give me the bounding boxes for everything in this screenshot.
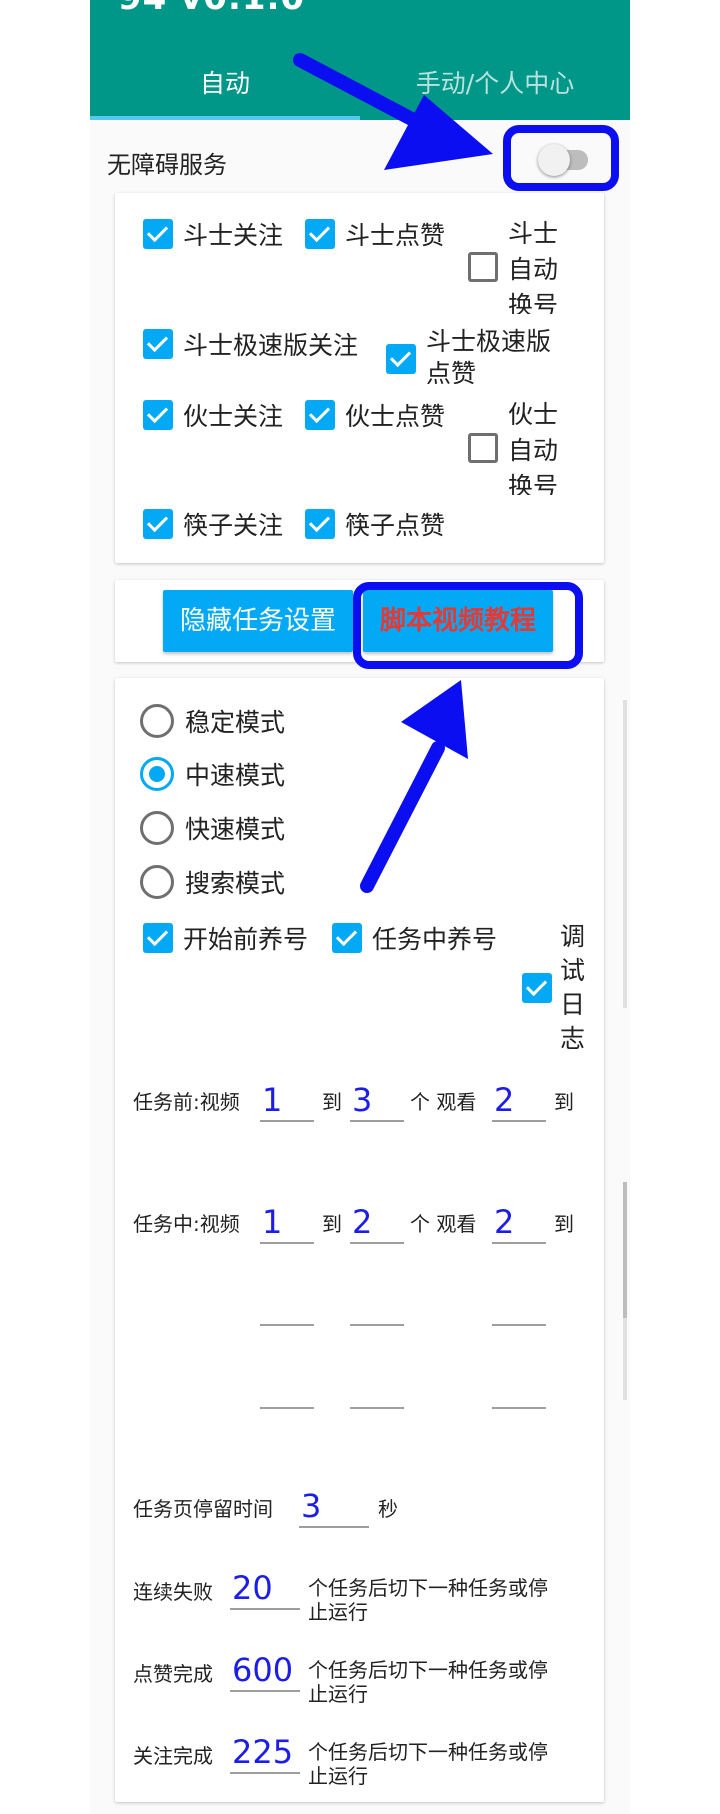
annotation-arrows: [293, 53, 493, 893]
arrow-to-switch-icon: [293, 53, 493, 170]
arrow-to-tutorial-icon: [360, 680, 468, 893]
